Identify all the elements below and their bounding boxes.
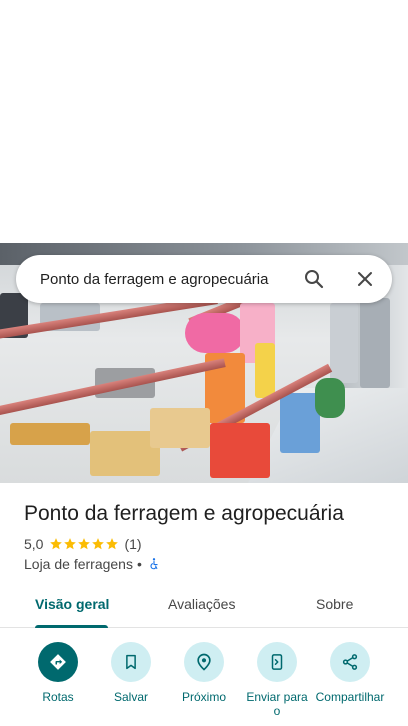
search-input[interactable]: Ponto da ferragem e agropecuária (40, 271, 268, 288)
nearby-icon (197, 653, 211, 671)
share-label: Compartilhar (315, 690, 385, 704)
star-icon (106, 538, 119, 550)
search-bar[interactable]: Ponto da ferragem e agropecuária (16, 255, 392, 303)
tab-overview[interactable]: Visão geral (35, 596, 109, 612)
place-title: Ponto da ferragem e agropecuária (24, 502, 344, 525)
star-icon (92, 538, 105, 550)
directions-button[interactable]: Rotas (18, 642, 98, 704)
share-icon (342, 654, 358, 670)
tab-reviews[interactable]: Avaliações (168, 596, 235, 612)
rating-value: 5,0 (24, 536, 44, 552)
save-button[interactable]: Salvar (91, 642, 171, 704)
nearby-label: Próximo (181, 690, 226, 704)
category-row: Loja de ferragens • (24, 556, 161, 572)
review-count[interactable]: (1) (124, 536, 141, 552)
directions-label: Rotas (42, 690, 74, 704)
star-icon (78, 538, 91, 550)
rating-stars (49, 537, 119, 551)
search-icon[interactable] (302, 267, 326, 291)
tab-bar: Visão geral Avaliações Sobre (0, 584, 408, 628)
send-to-phone-button[interactable]: Enviar para o (237, 642, 317, 718)
close-icon[interactable] (353, 267, 377, 291)
empty-header-area (0, 0, 408, 243)
send-to-phone-label: Enviar para o (246, 690, 308, 718)
nearby-button[interactable]: Próximo (164, 642, 244, 704)
directions-icon (50, 654, 66, 670)
send-to-phone-icon (271, 654, 283, 670)
bookmark-icon (126, 654, 136, 670)
share-button[interactable]: Compartilhar (310, 642, 390, 704)
rating-row[interactable]: 5,0 (1) (24, 536, 142, 552)
tab-active-indicator (35, 625, 108, 628)
tab-about[interactable]: Sobre (316, 596, 353, 612)
wheelchair-accessible-icon (150, 558, 158, 570)
star-icon (50, 538, 63, 550)
star-icon (64, 538, 77, 550)
separator-dot: • (136, 556, 142, 572)
save-label: Salvar (113, 690, 148, 704)
place-category: Loja de ferragens (24, 556, 133, 572)
